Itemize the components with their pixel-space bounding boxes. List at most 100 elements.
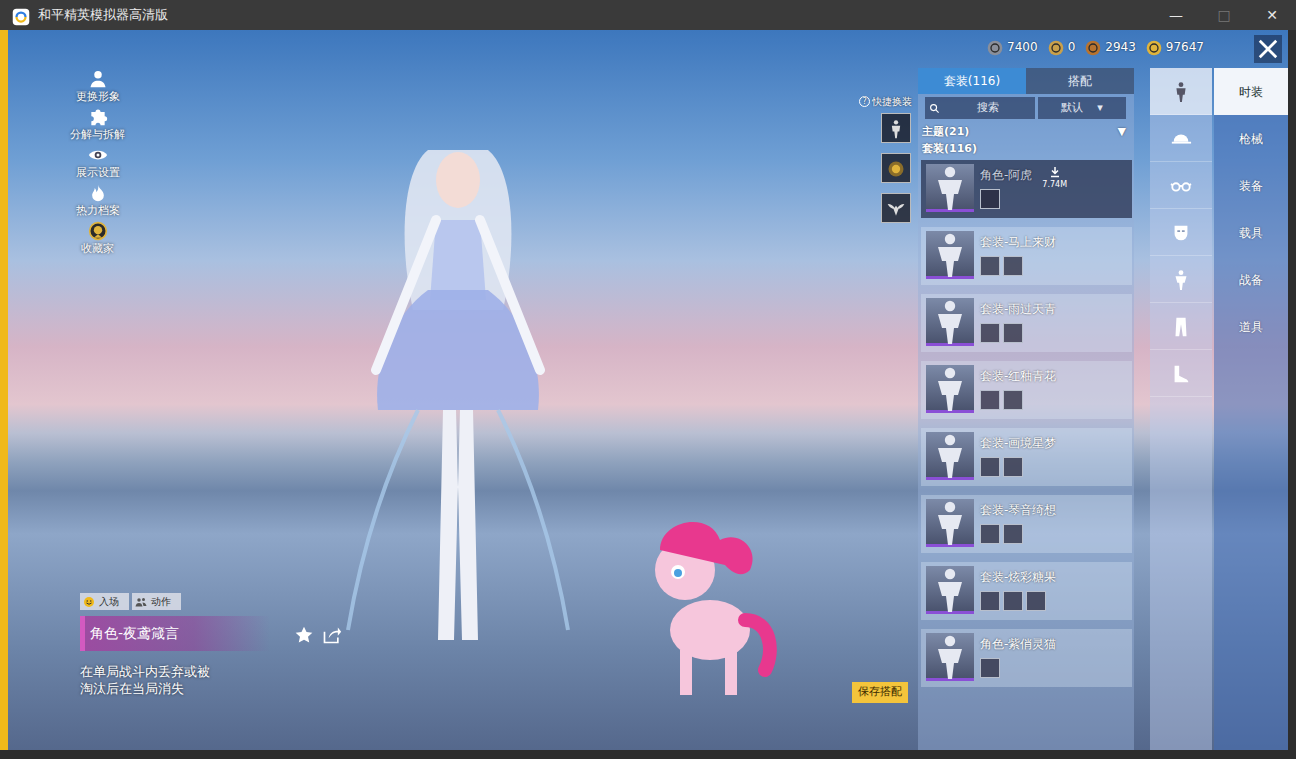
part-thumbnail [1003, 591, 1023, 611]
share-icon[interactable] [322, 622, 342, 646]
category-item[interactable] [1150, 115, 1212, 162]
top-icon [1170, 267, 1192, 291]
category-item[interactable] [1150, 68, 1212, 115]
outfit-thumbnail [926, 231, 974, 279]
theme-filter[interactable]: 主题(21)▼ [918, 123, 1134, 140]
part-thumbnail [980, 323, 1000, 343]
panel-tab[interactable]: 搭配 [1026, 68, 1134, 94]
category-tab[interactable]: 战备 [1214, 256, 1288, 303]
outfit-item[interactable]: 角色-阿虎7.74M [921, 160, 1132, 218]
preview-button[interactable]: 动作 [132, 593, 181, 610]
category-tab[interactable]: 装备 [1214, 162, 1288, 209]
emulator-window: 和平精英模拟器高清版—□✕ 更换形象分解与拆解展示设置热力档案收藏家 ?快捷换装入场… [0, 0, 1296, 759]
outfit-thumbnail [926, 566, 974, 614]
right-tabs: 时装枪械装备载具战备道具 [1214, 30, 1288, 750]
category-tab[interactable]: 时装 [1214, 68, 1288, 115]
outfit-thumbnail [926, 432, 974, 480]
quick-slot[interactable] [881, 153, 911, 183]
maximize-button: □ [1200, 0, 1248, 30]
category-bar [1150, 68, 1212, 750]
sort-dropdown[interactable]: 默认▾ [1038, 97, 1126, 119]
coin-icon [1048, 38, 1064, 56]
category-item[interactable] [1150, 303, 1212, 350]
outfit-thumbnail [926, 164, 974, 212]
outfit-item[interactable]: 套装-炫彩糖果 [921, 562, 1132, 620]
currency: 0 [1048, 38, 1076, 56]
category-tab[interactable]: 枪械 [1214, 115, 1288, 162]
quick-change-label[interactable]: ?快捷换装 [859, 94, 912, 109]
left-menu-item[interactable]: 分解与拆解 [70, 104, 125, 141]
outfit-thumbnail [926, 365, 974, 413]
currency: 7400 [987, 38, 1038, 56]
window-title: 和平精英模拟器高清版 [38, 5, 1152, 25]
outfit-icon [1170, 79, 1192, 103]
download-icon [1049, 166, 1061, 179]
download-button[interactable]: 7.74M [1042, 166, 1067, 191]
badge-icon [88, 218, 108, 242]
part-thumbnail [1026, 591, 1046, 611]
item-description: 在单局战斗内丢弃或被淘汰后在当局消失 [80, 663, 214, 697]
close-icon[interactable] [1254, 35, 1282, 63]
outfit-item[interactable]: 套装-马上来财 [921, 227, 1132, 285]
outfit-item[interactable]: 套装-琴音绮想 [921, 495, 1132, 553]
part-thumbnail [980, 390, 1000, 410]
category-item[interactable] [1150, 256, 1212, 303]
quick-slot[interactable] [881, 193, 911, 223]
category-tab[interactable]: 载具 [1214, 209, 1288, 256]
eye-icon [88, 142, 108, 166]
part-thumbnail [980, 591, 1000, 611]
part-thumbnail [980, 457, 1000, 477]
preview-button[interactable]: 入场 [80, 593, 129, 610]
character-figure [308, 110, 608, 670]
pants-icon [1170, 314, 1192, 338]
minimize-button[interactable]: — [1152, 0, 1200, 30]
puzzle-icon [88, 104, 108, 128]
smile-icon [83, 594, 95, 609]
left-menu-item[interactable]: 更换形象 [76, 66, 120, 103]
quick-change: ?快捷换装 [859, 94, 911, 223]
left-menu-item[interactable]: 展示设置 [76, 142, 120, 179]
outfit-item[interactable]: 套装-画境星梦 [921, 428, 1132, 486]
part-thumbnail [980, 189, 1000, 209]
outfit-icon [886, 116, 906, 140]
currency: 2943 [1085, 38, 1136, 56]
shoes-icon [1170, 361, 1192, 385]
currency-bar: 74000294397647 [987, 38, 1204, 56]
category-item[interactable] [1150, 350, 1212, 397]
part-thumbnail [1003, 524, 1023, 544]
showcase-stage: 更换形象分解与拆解展示设置热力档案收藏家 ?快捷换装入场动作角色-夜鸢箴言在单局战… [8, 30, 918, 750]
star-icon[interactable] [294, 622, 314, 646]
outfit-item[interactable]: 套装-红釉青花 [921, 361, 1132, 419]
quick-slot[interactable] [881, 113, 911, 143]
left-menu-item[interactable]: 收藏家 [81, 218, 114, 255]
outfit-thumbnail [926, 298, 974, 346]
people-icon [135, 594, 147, 609]
panel-tab[interactable]: 套装(116) [918, 68, 1026, 94]
save-button[interactable]: 保存搭配 [852, 682, 908, 703]
part-thumbnail [1003, 256, 1023, 276]
item-info: 入场动作角色-夜鸢箴言在单局战斗内丢弃或被淘汰后在当局消失 [80, 593, 270, 697]
search-field[interactable] [925, 97, 1035, 119]
part-thumbnail [1003, 323, 1023, 343]
section-header: 套装(116) [918, 140, 1134, 157]
avatar-icon [88, 66, 108, 90]
close-window-button[interactable]: ✕ [1248, 0, 1296, 30]
cap-icon [1170, 126, 1192, 150]
outfit-list: 角色-阿虎7.74M 套装-马上来财套装-雨过天青套装-红釉青花套装-画境星梦套装… [918, 157, 1134, 696]
coin-icon [1146, 38, 1162, 56]
outfit-item[interactable]: 套装-雨过天青 [921, 294, 1132, 352]
left-menu-item[interactable]: 热力档案 [76, 180, 120, 217]
coin-icon [1085, 38, 1101, 56]
category-item[interactable] [1150, 209, 1212, 256]
mask-icon [1170, 220, 1192, 244]
part-thumbnail [1003, 390, 1023, 410]
outfit-item[interactable]: 角色-紫俏灵猫 [921, 629, 1132, 687]
category-item[interactable] [1150, 162, 1212, 209]
category-tab[interactable]: 道具 [1214, 303, 1288, 350]
outfit-panel: 套装(116)搭配默认▾主题(21)▼套装(116)角色-阿虎7.74M套装-马… [918, 68, 1134, 750]
app-logo-icon [12, 6, 30, 24]
search-input[interactable] [940, 100, 1035, 117]
part-thumbnail [1003, 457, 1023, 477]
pony-figure [640, 510, 780, 710]
part-thumbnail [980, 256, 1000, 276]
